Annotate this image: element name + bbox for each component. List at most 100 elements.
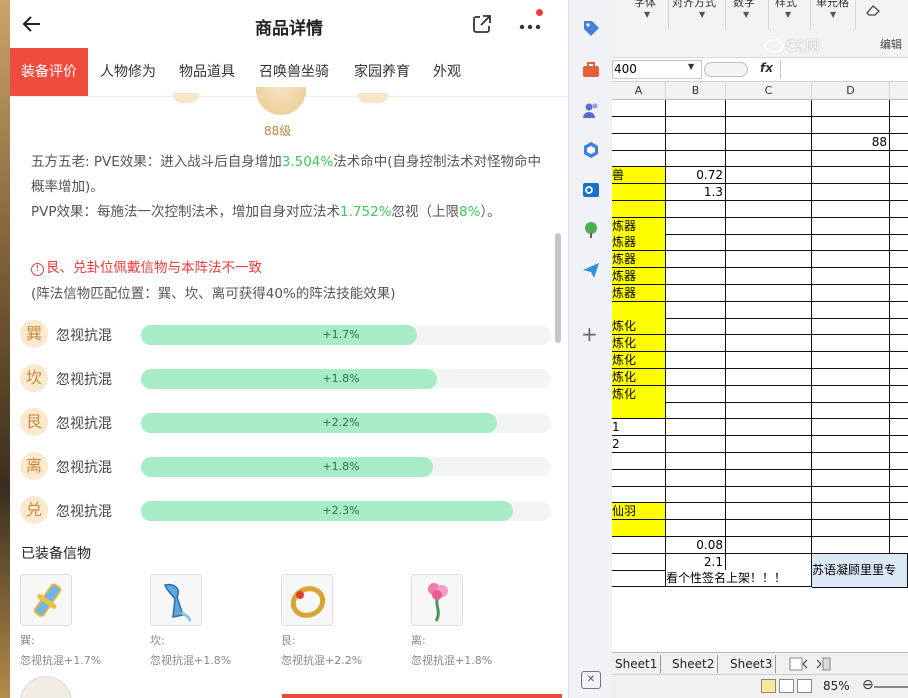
cell[interactable] <box>666 217 726 235</box>
cell[interactable] <box>726 520 812 537</box>
cube-icon[interactable] <box>581 140 601 160</box>
cell[interactable] <box>812 116 890 134</box>
share-icon[interactable] <box>471 13 493 35</box>
tab-appearance[interactable]: 外观 <box>433 48 461 96</box>
cell[interactable] <box>612 402 666 420</box>
cell[interactable] <box>666 251 726 269</box>
ribbon-styles[interactable]: 样式 <box>775 0 797 10</box>
cell[interactable] <box>666 268 726 285</box>
chevron-down-icon[interactable]: ▼ <box>644 10 650 19</box>
cell[interactable] <box>726 503 812 521</box>
cell[interactable] <box>666 133 726 151</box>
formula-input[interactable] <box>780 60 908 79</box>
zoom-out-icon[interactable]: ⊖ <box>862 677 874 693</box>
cell[interactable] <box>890 134 908 151</box>
cell[interactable] <box>612 553 666 571</box>
buy-button-edge[interactable] <box>282 694 562 698</box>
cell[interactable]: 0.72 <box>666 167 726 185</box>
ribbon-edit[interactable]: 编辑 <box>880 36 902 52</box>
cell[interactable] <box>890 352 908 369</box>
cell[interactable] <box>726 385 812 403</box>
cell[interactable] <box>666 284 726 302</box>
cell[interactable] <box>666 200 726 218</box>
cell[interactable] <box>812 402 890 420</box>
cell[interactable]: 2 <box>612 436 666 453</box>
more-options-icon[interactable] <box>518 14 542 36</box>
cell[interactable] <box>726 150 812 168</box>
tab-equipment-review[interactable]: 装备评价 <box>10 48 88 96</box>
cell[interactable]: 88 <box>812 133 890 151</box>
cell[interactable] <box>812 217 890 235</box>
cell[interactable]: 炼化 <box>612 335 666 353</box>
cell[interactable]: 兽 <box>612 167 666 185</box>
cell[interactable] <box>812 452 890 470</box>
ribbon-cells[interactable]: 单元格 <box>816 0 849 10</box>
cell[interactable] <box>726 100 812 117</box>
cell[interactable]: 1.3 <box>666 184 726 201</box>
cell[interactable] <box>666 335 726 353</box>
cell[interactable] <box>890 486 908 504</box>
cell[interactable] <box>812 352 890 369</box>
cell[interactable] <box>666 234 726 252</box>
cell[interactable] <box>890 285 908 302</box>
cell[interactable] <box>890 100 908 117</box>
column-header-e[interactable] <box>890 82 908 100</box>
cell[interactable] <box>612 536 666 554</box>
cell[interactable] <box>726 133 812 151</box>
cell[interactable] <box>726 217 812 235</box>
page-break-icon[interactable] <box>797 679 812 693</box>
cell[interactable] <box>812 200 890 218</box>
cell[interactable] <box>666 452 726 470</box>
cell[interactable] <box>726 368 812 386</box>
sheet-nav-icon[interactable] <box>789 657 831 671</box>
equipped-item[interactable]: 坎: 忽视抗混+1.8% <box>150 574 260 668</box>
cell[interactable] <box>890 318 908 336</box>
cell[interactable]: 炼器 <box>612 251 666 269</box>
cell[interactable] <box>666 116 726 134</box>
cell[interactable] <box>612 100 666 117</box>
cell[interactable] <box>812 436 890 453</box>
cell[interactable] <box>666 318 726 336</box>
cell[interactable] <box>726 419 812 437</box>
sheet-tab-1[interactable]: Sheet1 <box>612 655 662 673</box>
cell[interactable] <box>890 184 908 201</box>
toolbox-icon[interactable] <box>581 60 601 80</box>
cell[interactable] <box>890 302 908 319</box>
cell[interactable] <box>812 100 890 117</box>
cell[interactable] <box>666 436 726 453</box>
cell[interactable] <box>890 503 908 521</box>
cell[interactable] <box>612 133 666 151</box>
cell[interactable] <box>666 352 726 369</box>
cell[interactable] <box>726 536 812 554</box>
cell[interactable] <box>890 419 908 437</box>
cell[interactable] <box>890 251 908 269</box>
cell[interactable] <box>890 402 908 420</box>
cell[interactable]: 苏语凝顾里里专 <box>812 553 908 588</box>
cell[interactable] <box>666 486 726 504</box>
page-layout-icon[interactable] <box>779 679 794 693</box>
equipped-item[interactable]: 艮: 忽视抗混+2.2% <box>281 574 391 668</box>
cell[interactable] <box>666 419 726 437</box>
ribbon-font[interactable]: 字体 <box>634 0 656 10</box>
cell[interactable] <box>726 301 812 319</box>
cell[interactable] <box>890 537 908 554</box>
sheet-tab-3[interactable]: Sheet3 <box>727 655 777 673</box>
cell[interactable] <box>890 369 908 386</box>
cell[interactable] <box>726 486 812 504</box>
formula-expand[interactable] <box>704 62 748 77</box>
cell[interactable] <box>726 200 812 218</box>
cell[interactable] <box>890 335 908 353</box>
cell[interactable] <box>726 352 812 369</box>
chevron-down-icon[interactable]: ▼ <box>743 10 749 19</box>
cell[interactable] <box>666 469 726 487</box>
tab-home[interactable]: 家园养育 <box>354 48 410 96</box>
cell[interactable]: 1 <box>612 419 666 437</box>
scrollbar[interactable] <box>555 233 561 343</box>
cell[interactable]: 炼化 <box>612 368 666 386</box>
column-header-b[interactable]: B <box>666 82 726 100</box>
cell[interactable] <box>726 268 812 285</box>
cell[interactable] <box>726 436 812 453</box>
chevron-down-icon[interactable]: ▼ <box>830 10 836 19</box>
cell[interactable] <box>812 368 890 386</box>
ribbon-number[interactable]: 数字 <box>733 0 755 10</box>
